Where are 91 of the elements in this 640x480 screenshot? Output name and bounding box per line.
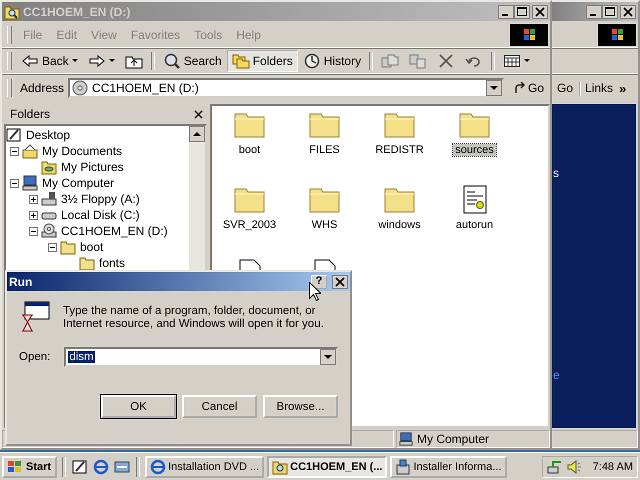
windows-logo-icon xyxy=(510,24,548,46)
copy-icon xyxy=(409,53,428,69)
folder-search-icon xyxy=(4,4,20,20)
window-title: CC1HOEM_EN (D:) xyxy=(23,4,130,18)
file-name[interactable]: FILES xyxy=(307,144,342,156)
collapse-icon[interactable] xyxy=(48,242,57,252)
close-icon[interactable] xyxy=(532,4,548,18)
clock: 7:48 AM xyxy=(592,460,633,472)
network-icon[interactable] xyxy=(547,458,563,474)
folder-icon xyxy=(41,159,57,175)
search-button[interactable]: Search xyxy=(158,50,227,72)
volume-icon[interactable] xyxy=(566,458,582,474)
folder-search-icon xyxy=(272,458,288,474)
file-name[interactable]: sources xyxy=(453,144,496,156)
tree-item[interactable]: 3½ Floppy (A:) xyxy=(60,192,141,206)
file-name[interactable]: REDISTR xyxy=(373,144,426,156)
close-icon[interactable] xyxy=(194,110,203,118)
dialog-title: Run xyxy=(9,274,32,288)
forward-arrow-icon xyxy=(88,53,106,69)
instruction-text: Type the name of a program, folder, document, or Internet resource, and Windows will open it for you. xyxy=(63,305,324,331)
maximize-icon[interactable] xyxy=(514,4,530,18)
file-name[interactable]: WHS xyxy=(310,219,340,231)
mouse-cursor-icon xyxy=(309,282,321,301)
floppy-drive-icon xyxy=(41,191,57,207)
show-desktop-icon[interactable] xyxy=(72,458,88,474)
collapse-icon[interactable] xyxy=(29,226,38,236)
clock-icon xyxy=(302,53,321,69)
back-arrow-icon xyxy=(21,53,39,69)
tree-item[interactable]: Desktop xyxy=(25,128,72,142)
go-button[interactable]: Go xyxy=(551,77,580,99)
command-field[interactable]: dism xyxy=(64,347,338,367)
go-arrow-icon xyxy=(514,82,526,94)
pane-title: Folders xyxy=(10,107,50,121)
folder-icon xyxy=(60,239,76,255)
tree-item[interactable]: My Computer xyxy=(41,176,116,190)
file-name[interactable]: windows xyxy=(376,219,423,231)
windows-logo-icon xyxy=(6,460,24,474)
cut-text: e xyxy=(553,368,560,382)
run-hourglass-icon xyxy=(19,301,51,333)
tree-item[interactable]: fonts xyxy=(98,256,126,270)
tree-item[interactable]: My Pictures xyxy=(60,160,125,174)
search-icon xyxy=(162,53,181,69)
maximize-icon[interactable] xyxy=(602,4,618,18)
browser-icon[interactable] xyxy=(93,458,110,474)
cut-text: s xyxy=(553,166,559,180)
close-icon[interactable] xyxy=(620,4,636,18)
start-button[interactable]: Start xyxy=(2,456,58,478)
links-label[interactable]: Links xyxy=(585,81,614,95)
computer-icon xyxy=(22,175,38,191)
windows-logo-icon xyxy=(598,24,636,46)
address-label: Address xyxy=(20,81,64,95)
installer-icon xyxy=(395,458,412,474)
go-button[interactable]: Go xyxy=(508,77,550,99)
expand-icon[interactable] xyxy=(29,194,38,204)
folders-icon xyxy=(232,53,250,69)
taskbar-button[interactable]: Installation DVD ... xyxy=(145,456,264,478)
tree-item[interactable]: Local Disk (C:) xyxy=(60,208,141,222)
folder-icon xyxy=(22,143,38,159)
address-field[interactable]: CC1HOEM_EN (D:) xyxy=(68,78,504,98)
collapse-icon[interactable] xyxy=(10,146,19,156)
browser-icon xyxy=(150,458,166,474)
delete-icon xyxy=(437,53,456,69)
tree-item[interactable]: My Documents xyxy=(41,144,124,158)
minimize-icon[interactable] xyxy=(586,4,602,18)
expand-icon[interactable] xyxy=(29,210,38,220)
collapse-icon[interactable] xyxy=(10,178,19,188)
taskbar-button[interactable]: Installer Informa... xyxy=(390,456,506,478)
open-label: Open: xyxy=(19,351,50,363)
cd-drive-icon xyxy=(41,223,57,239)
dialog-button[interactable]: Cancel xyxy=(182,395,257,418)
computer-icon xyxy=(399,432,413,446)
move-icon xyxy=(381,53,400,69)
help-button[interactable]: ? xyxy=(311,274,327,288)
more-links-button[interactable]: » xyxy=(619,80,626,96)
minimize-icon[interactable] xyxy=(498,4,514,18)
close-icon[interactable] xyxy=(332,274,348,288)
taskbar-button[interactable]: CC1HOEM_EN (... xyxy=(267,456,388,478)
dialog-button[interactable]: Browse... xyxy=(263,395,338,418)
tree-item[interactable]: CC1HOEM_EN (D:) xyxy=(60,224,169,238)
file-name[interactable]: autorun xyxy=(454,219,496,231)
scroll-up-icon[interactable] xyxy=(189,126,205,142)
tree-item[interactable]: boot xyxy=(79,240,104,254)
history-button[interactable]: History xyxy=(298,50,366,72)
folders-button[interactable]: Folders xyxy=(226,50,298,72)
status-text: My Computer xyxy=(417,432,490,446)
file-name[interactable]: SVR_2003 xyxy=(220,219,278,231)
file-name[interactable]: boot xyxy=(236,144,262,156)
views-icon xyxy=(503,53,522,69)
back-button[interactable]: Back xyxy=(16,50,83,72)
cd-drive-icon xyxy=(72,80,88,96)
dialog-button[interactable]: OK xyxy=(101,395,176,418)
